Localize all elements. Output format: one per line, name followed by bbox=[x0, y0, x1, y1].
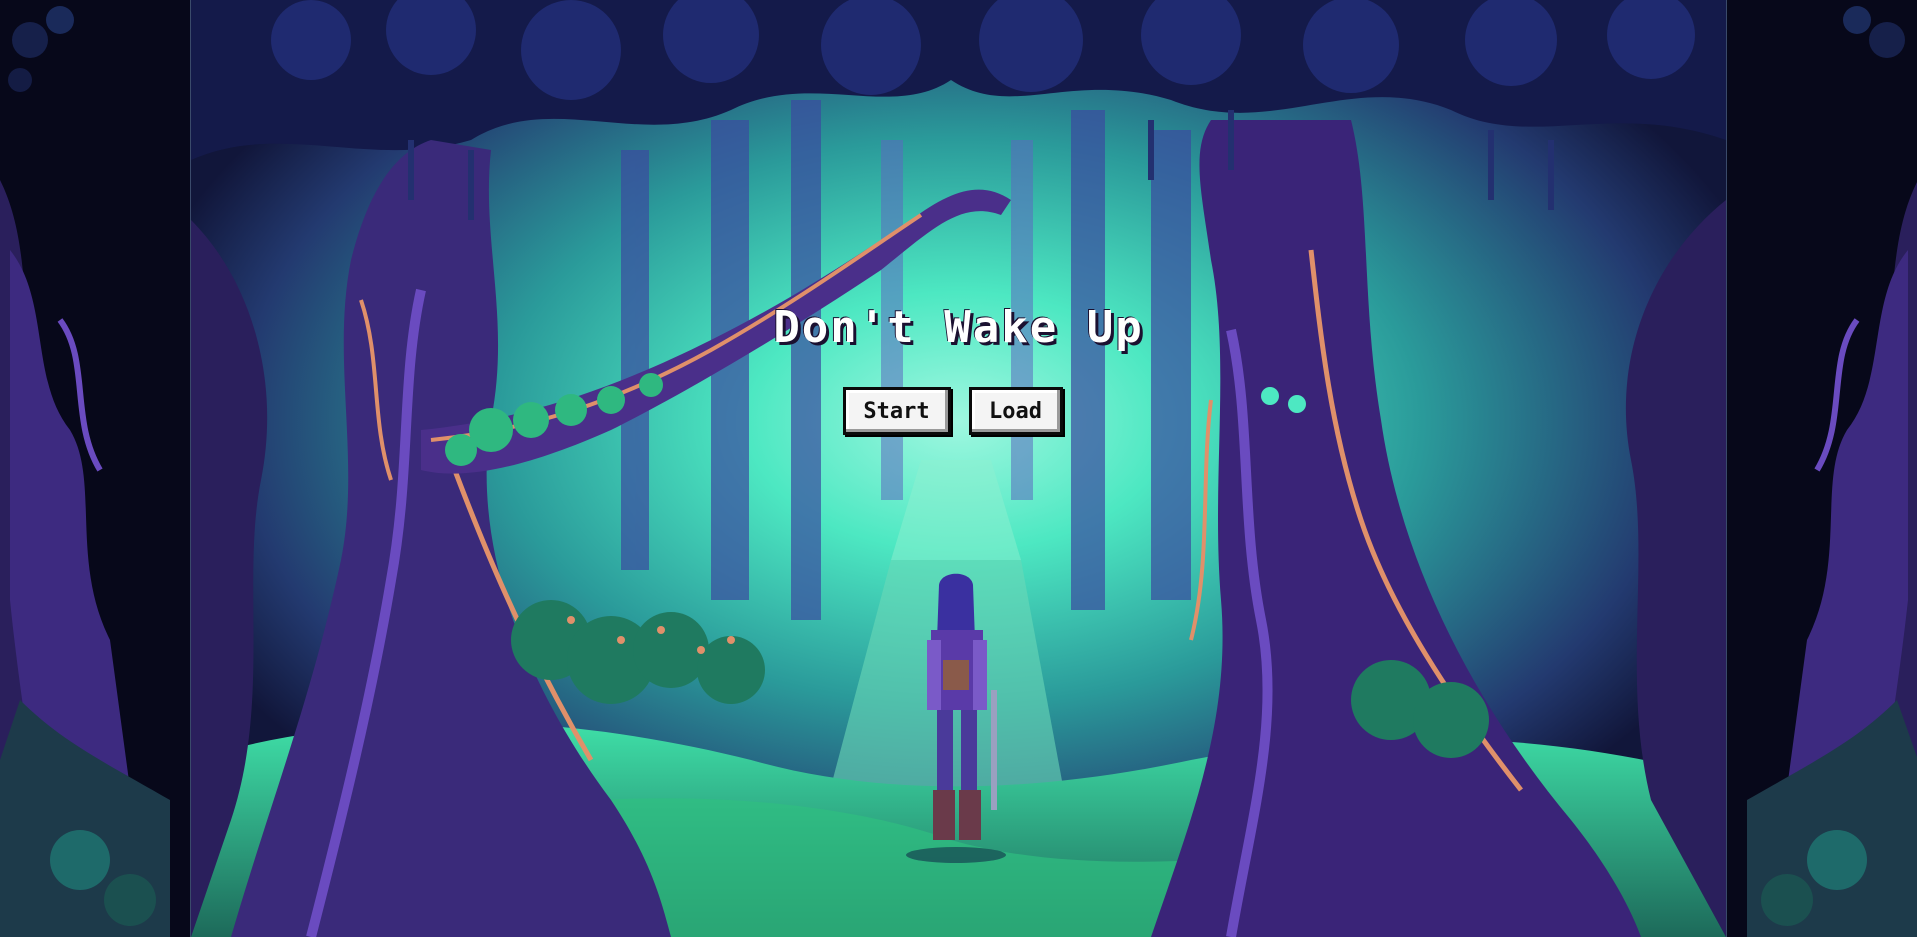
load-button[interactable]: Load bbox=[968, 387, 1063, 435]
game-viewport: Don't Wake Up Start Load bbox=[0, 0, 1917, 937]
left-side-panel bbox=[0, 0, 191, 937]
start-button[interactable]: Start bbox=[842, 387, 951, 435]
left-panel-art bbox=[0, 0, 190, 937]
forest-illustration bbox=[191, 0, 1726, 937]
right-side-panel bbox=[1726, 0, 1917, 937]
forest-scene bbox=[191, 0, 1726, 937]
right-panel-art bbox=[1727, 0, 1917, 937]
menu-button-group: Start Load bbox=[0, 387, 1917, 435]
